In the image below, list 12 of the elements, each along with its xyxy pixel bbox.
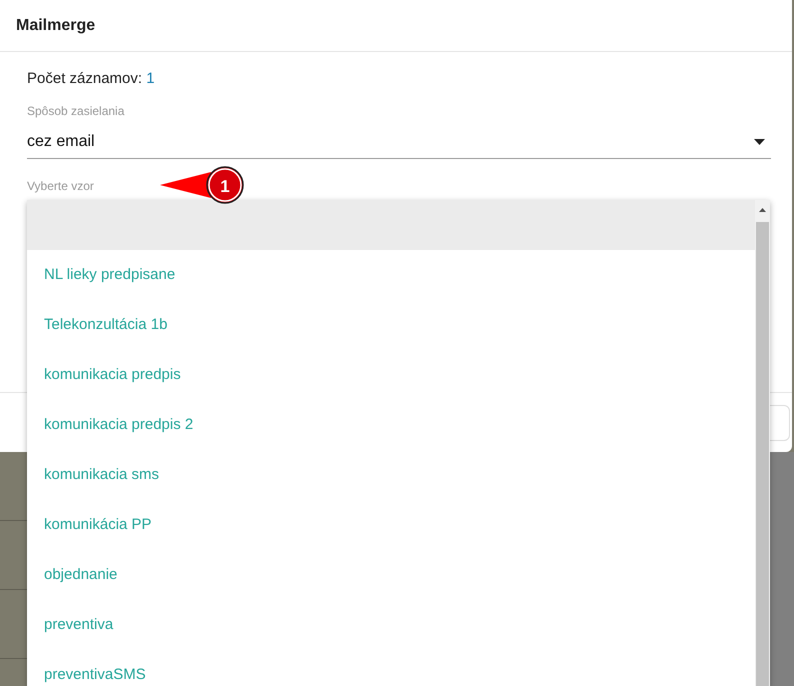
dialog-title: Mailmerge <box>16 16 96 36</box>
delivery-method-select[interactable]: cez email <box>27 126 771 159</box>
callout-number: 1 <box>219 176 231 198</box>
scrollbar[interactable] <box>755 200 770 686</box>
record-count-label: Počet záznamov: <box>27 70 142 87</box>
dropdown-option[interactable]: preventivaSMS <box>27 650 755 686</box>
scrollbar-thumb[interactable] <box>756 222 769 686</box>
scroll-up-arrow-icon[interactable] <box>759 208 766 212</box>
dropdown-arrow-icon <box>754 139 765 145</box>
field-label: Vyberte vzor <box>27 178 94 195</box>
record-count-value: 1 <box>146 70 155 87</box>
field-label: Spôsob zasielania <box>27 103 124 120</box>
